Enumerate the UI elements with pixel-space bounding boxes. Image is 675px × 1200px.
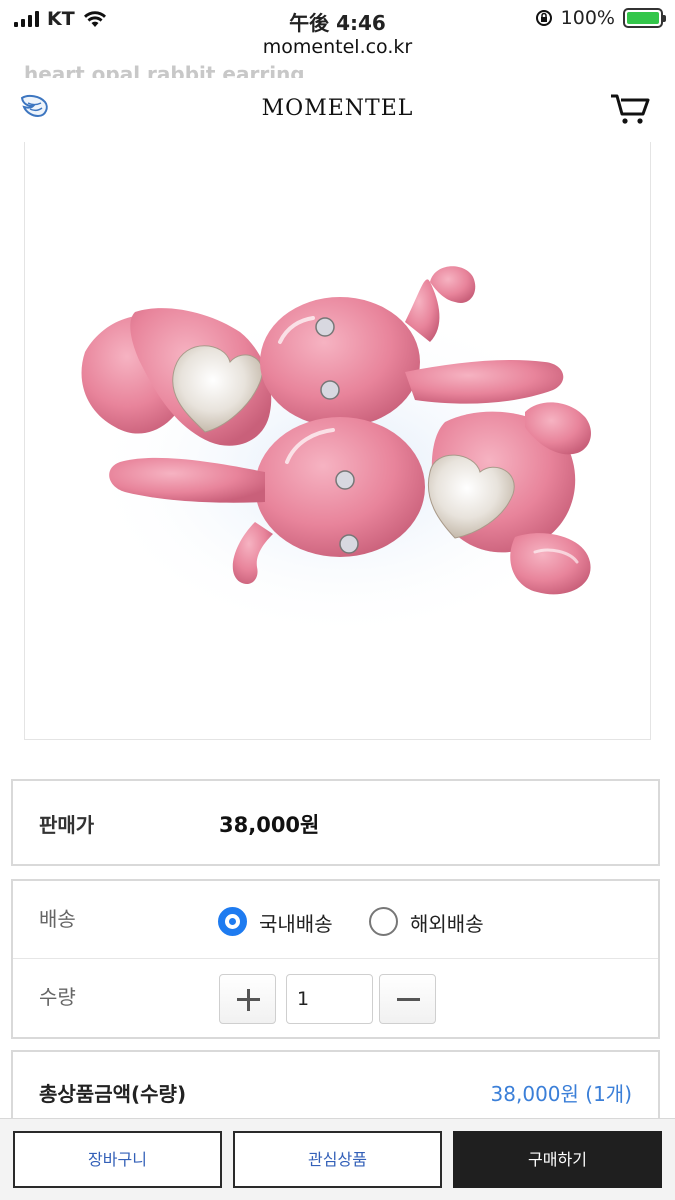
price-value: 38,000원	[219, 813, 320, 837]
quantity-input[interactable]: 1	[286, 974, 373, 1024]
quantity-decrease-button[interactable]	[379, 974, 436, 1024]
domestic-shipping-radio[interactable]	[218, 907, 247, 936]
battery-icon	[623, 8, 666, 28]
overseas-shipping-radio[interactable]	[369, 907, 398, 936]
site-header: MOMENTEL	[0, 78, 675, 138]
overseas-shipping-label[interactable]: 해외배송	[410, 908, 484, 937]
rabbit-earrings-image	[81, 266, 605, 642]
brand-logo[interactable]: MOMENTEL	[0, 96, 675, 121]
buy-now-button[interactable]: 구매하기	[453, 1131, 662, 1188]
scrolled-product-title: heart opal rabbit earring	[24, 62, 305, 78]
price-label: 판매가	[39, 813, 95, 837]
url-bar[interactable]: momentel.co.kr	[0, 36, 675, 64]
price-panel: 판매가 38,000원	[11, 779, 660, 866]
cart-icon[interactable]	[609, 92, 651, 126]
status-right: 100%	[535, 7, 666, 29]
shipping-row: 배송 국내배송 해외배송	[13, 881, 658, 959]
domestic-shipping-label[interactable]: 국내배송	[259, 908, 333, 937]
wishlist-button[interactable]: 관심상품	[233, 1131, 442, 1188]
quantity-increase-button[interactable]	[219, 974, 276, 1024]
quantity-label: 수량	[39, 985, 76, 1009]
status-bar: KT 午後 4:46 100%	[0, 0, 675, 36]
total-value: 38,000원 (1개)	[490, 1082, 632, 1106]
minus-icon	[397, 998, 420, 1001]
add-to-cart-button[interactable]: 장바구니	[13, 1131, 222, 1188]
product-image	[24, 142, 651, 740]
bottom-action-bar: 장바구니 관심상품 구매하기	[0, 1118, 675, 1200]
quantity-row: 수량 1	[13, 959, 658, 1037]
total-panel: 총상품금액(수량) 38,000원 (1개)	[11, 1050, 660, 1120]
shipping-label: 배송	[39, 907, 76, 931]
orientation-lock-icon	[535, 10, 552, 26]
options-panel: 배송 국내배송 해외배송 수량 1	[11, 879, 660, 1039]
battery-percent: 100%	[560, 7, 615, 29]
total-label: 총상품금액(수량)	[39, 1082, 187, 1106]
